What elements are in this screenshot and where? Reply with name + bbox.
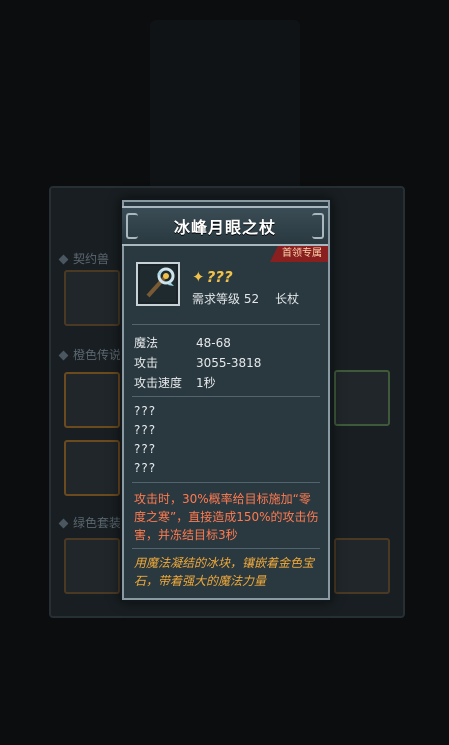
staff-icon (136, 262, 180, 306)
background-slot[interactable] (64, 538, 120, 594)
divider (132, 482, 320, 483)
item-type: 长杖 (275, 292, 300, 306)
background-section-label: 契约兽 (58, 250, 109, 267)
background-character-silhouette (150, 20, 300, 190)
background-section-label: 橙色传说 (58, 346, 121, 363)
item-special-effect: 攻击时，30%概率给目标施加“零度之寒”，直接造成150%的攻击伤害，并冻结目标… (134, 492, 319, 542)
stat-row: 攻击 3055-3818 (134, 356, 262, 370)
stat-row: 攻击速度 1秒 (134, 376, 216, 390)
ornament-left (126, 213, 138, 239)
boss-exclusive-badge: 首领专属 (270, 246, 328, 262)
unknown-affix: ??? (134, 423, 157, 437)
item-quality: ✦??? (192, 268, 233, 286)
unknown-affix: ??? (134, 404, 157, 418)
unknown-affix: ??? (134, 461, 157, 475)
item-name: 冰峰月眼之杖 (173, 218, 276, 237)
wand-quality-icon: ✦ (192, 268, 205, 286)
background-section-label: 绿色套装 (58, 514, 121, 531)
divider (132, 324, 320, 325)
background-slot[interactable] (334, 538, 390, 594)
item-flavor-text: 用魔法凝结的冰块，镶嵌着金色宝石，带着强大的魔法力量 (134, 556, 315, 588)
unknown-affix: ??? (134, 442, 157, 456)
background-slot[interactable] (64, 440, 120, 496)
item-requirements: 需求等级 52 长杖 (192, 290, 315, 307)
item-tooltip: 冰峰月眼之杖 首领专属 ✦??? 需求等级 52 长杖 魔法 48-68 攻击 305… (122, 200, 330, 600)
divider (132, 548, 320, 549)
stat-row: 魔法 48-68 (134, 336, 231, 350)
background-slot[interactable] (64, 372, 120, 428)
level-requirement: 需求等级 52 (192, 292, 260, 306)
divider (132, 396, 320, 397)
background-slot[interactable] (64, 270, 120, 326)
tooltip-title-bar: 冰峰月眼之杖 (122, 206, 328, 246)
background-slot[interactable] (334, 370, 390, 426)
ornament-right (312, 213, 324, 239)
